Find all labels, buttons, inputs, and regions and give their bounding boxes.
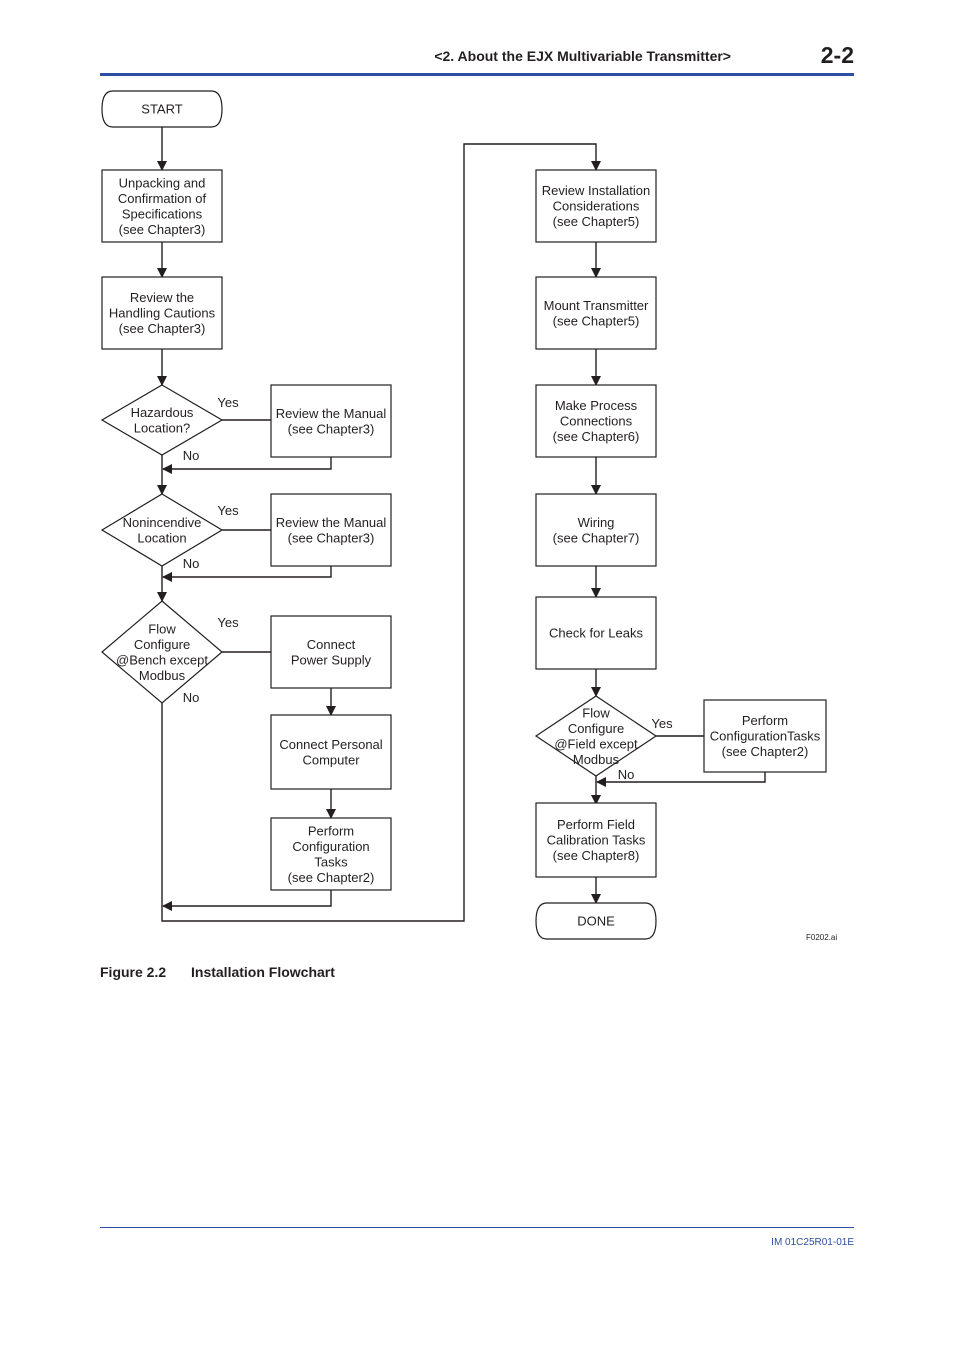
figure-caption: Figure 2.2 Installation Flowchart — [100, 964, 335, 980]
node-text: Perform — [742, 713, 788, 728]
figure-title: Installation Flowchart — [191, 964, 335, 980]
node-text: Calibration Tasks — [547, 833, 646, 848]
branch-label-yes: Yes — [217, 503, 239, 518]
node-text: Connections — [560, 414, 633, 429]
figure-file-id: F0202.ai — [806, 933, 837, 942]
node-text: ConfigurationTasks — [710, 729, 821, 744]
node-text: (see Chapter2) — [288, 870, 375, 885]
node-bench: FlowConfigure@Bench exceptModbus — [101, 600, 223, 704]
node-text: (see Chapter3) — [119, 321, 206, 336]
node-text: Wiring — [578, 515, 615, 530]
node-power: ConnectPower Supply — [270, 615, 392, 689]
node-text: Computer — [302, 752, 360, 767]
node-text: Connect — [307, 637, 356, 652]
node-text: Specifications — [122, 206, 203, 221]
node-text: (see Chapter5) — [553, 214, 640, 229]
node-text: Nonincendive — [123, 515, 202, 530]
node-wiring: Wiring(see Chapter7) — [535, 493, 657, 567]
document-id: IM 01C25R01-01E — [771, 1237, 854, 1248]
node-text: Power Supply — [291, 652, 372, 667]
node-text: Tasks — [314, 854, 348, 869]
node-text: Perform — [308, 823, 354, 838]
node-leaks: Check for Leaks — [535, 596, 657, 670]
node-config1: PerformConfigurationTasks(see Chapter2) — [270, 817, 392, 891]
flow-arrow — [162, 890, 332, 911]
branch-label-yes: Yes — [217, 615, 239, 630]
branch-label-yes: Yes — [651, 716, 673, 731]
node-start: START — [101, 90, 223, 128]
node-text: @Field except — [554, 736, 638, 751]
node-manual1: Review the Manual(see Chapter3) — [270, 384, 392, 458]
node-done: DONE — [535, 902, 657, 940]
node-handling: Review theHandling Cautions(see Chapter3… — [101, 276, 223, 350]
node-text: Configure — [568, 721, 624, 736]
node-pc: Connect PersonalComputer — [270, 714, 392, 790]
node-text: Modbus — [139, 668, 186, 683]
node-text: (see Chapter2) — [722, 744, 809, 759]
node-text: Configuration — [292, 839, 369, 854]
branch-label-no: No — [183, 690, 200, 705]
node-mount: Mount Transmitter(see Chapter5) — [535, 276, 657, 350]
node-text: Configure — [134, 637, 190, 652]
node-text: Review the Manual — [276, 515, 387, 530]
node-text: Handling Cautions — [109, 306, 216, 321]
node-hazardous: HazardousLocation? — [100, 384, 224, 456]
node-text: (see Chapter5) — [553, 313, 640, 328]
node-text: Flow — [582, 705, 610, 720]
node-process: Make ProcessConnections(see Chapter6) — [535, 384, 657, 458]
branch-label-no: No — [183, 448, 200, 463]
node-text: (see Chapter3) — [119, 222, 206, 237]
node-text: (see Chapter7) — [553, 530, 640, 545]
node-text: Modbus — [573, 752, 620, 767]
node-text: (see Chapter3) — [288, 421, 375, 436]
node-unpacking: Unpacking andConfirmation ofSpecificatio… — [101, 169, 223, 243]
node-text: Connect Personal — [279, 737, 382, 752]
installation-flowchart: START Unpacking andConfirmation ofSpecifi… — [100, 90, 837, 942]
node-manual2: Review the Manual(see Chapter3) — [270, 493, 392, 567]
node-install: Review InstallationConsiderations(see Ch… — [535, 169, 657, 243]
node-text: Unpacking and — [119, 175, 206, 190]
node-nonincendive: NonincendiveLocation — [100, 493, 224, 567]
node-text: (see Chapter3) — [288, 530, 375, 545]
branch-label-no: No — [183, 556, 200, 571]
node-calibration: Perform FieldCalibration Tasks(see Chapt… — [535, 802, 657, 878]
branch-label-no: No — [618, 767, 635, 782]
node-text: (see Chapter6) — [553, 429, 640, 444]
node-text: Hazardous — [131, 405, 194, 420]
node-text: Confirmation of — [118, 191, 207, 206]
node-field: FlowConfigure@Field exceptModbus — [534, 695, 658, 777]
node-text: Mount Transmitter — [544, 298, 649, 313]
figure-number: Figure 2.2 — [100, 964, 167, 980]
node-text: Perform Field — [557, 817, 635, 832]
node-text: Considerations — [553, 199, 640, 214]
node-text: Review the Manual — [276, 406, 387, 421]
node-text: @Bench except — [116, 652, 208, 667]
node-config2: PerformConfigurationTasks(see Chapter2) — [703, 699, 827, 773]
node-text: Review the — [130, 290, 194, 305]
node-text: START — [141, 102, 182, 117]
node-text: Flow — [148, 621, 176, 636]
node-text: Make Process — [555, 398, 638, 413]
branch-label-yes: Yes — [217, 395, 239, 410]
node-text: Location — [137, 530, 186, 545]
node-text: Check for Leaks — [549, 626, 643, 641]
node-text: Location? — [134, 420, 190, 435]
footer-rule — [100, 1227, 854, 1228]
node-text: (see Chapter8) — [553, 848, 640, 863]
node-text: Review Installation — [542, 183, 650, 198]
node-text: DONE — [577, 914, 615, 929]
